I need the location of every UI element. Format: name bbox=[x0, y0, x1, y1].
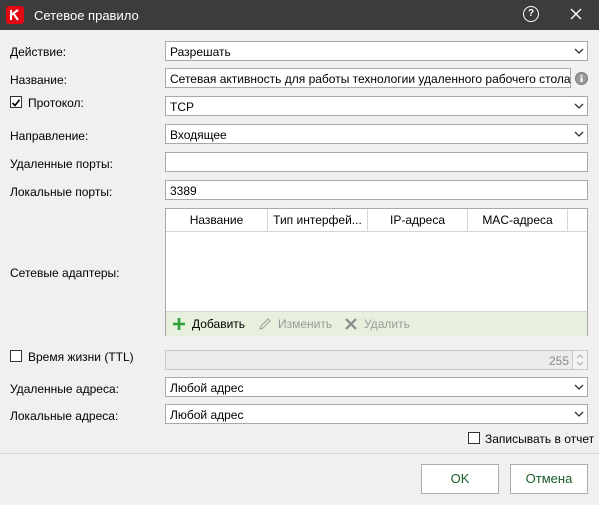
action-value: Разрешать bbox=[170, 45, 231, 59]
edit-button[interactable]: Изменить bbox=[258, 316, 338, 332]
add-button[interactable]: Добавить bbox=[172, 316, 252, 332]
stepper-arrows[interactable] bbox=[572, 351, 587, 369]
adapters-toolbar: Добавить Изменить Удалить bbox=[166, 311, 587, 336]
column-header-name[interactable]: Название bbox=[166, 209, 268, 231]
log-label: Записывать в отчет bbox=[485, 432, 595, 446]
cancel-button[interactable]: Отмена bbox=[510, 464, 588, 494]
delete-x-icon bbox=[345, 318, 357, 330]
local-ports-input[interactable]: 3389 bbox=[165, 180, 588, 200]
protocol-select[interactable]: TCP bbox=[165, 96, 588, 116]
protocol-value: TCP bbox=[170, 100, 194, 114]
protocol-label: Протокол: bbox=[28, 96, 84, 110]
column-header-interface-type[interactable]: Тип интерфей... bbox=[268, 209, 368, 231]
local-addresses-value: Любой адрес bbox=[170, 408, 244, 422]
chevron-down-icon bbox=[574, 103, 584, 109]
network-adapters-label: Сетевые адаптеры: bbox=[10, 266, 120, 280]
pencil-icon bbox=[259, 318, 271, 330]
title-bar: Сетевое правило ? bbox=[0, 0, 599, 30]
table-header: Название Тип интерфей... IP-адреса MAC-а… bbox=[166, 209, 587, 232]
direction-select[interactable]: Входящее bbox=[165, 124, 588, 144]
ok-button[interactable]: OK bbox=[421, 464, 499, 494]
chevron-down-icon bbox=[574, 411, 584, 417]
remote-addresses-select[interactable]: Любой адрес bbox=[165, 377, 588, 397]
remote-ports-input[interactable] bbox=[165, 152, 588, 172]
action-select[interactable]: Разрешать bbox=[165, 41, 588, 61]
network-adapters-table[interactable]: Название Тип интерфей... IP-адреса MAC-а… bbox=[165, 208, 588, 336]
local-ports-label: Локальные порты: bbox=[10, 185, 113, 199]
direction-label: Направление: bbox=[10, 129, 89, 143]
remote-addresses-label: Удаленные адреса: bbox=[10, 382, 119, 396]
delete-label: Удалить bbox=[364, 317, 410, 331]
local-addresses-select[interactable]: Любой адрес bbox=[165, 404, 588, 424]
ttl-value: 255 bbox=[548, 354, 569, 368]
ttl-label: Время жизни (TTL) bbox=[28, 350, 134, 364]
close-icon[interactable] bbox=[566, 4, 586, 24]
ttl-checkbox[interactable] bbox=[10, 350, 22, 362]
log-checkbox[interactable] bbox=[468, 432, 480, 444]
window-title: Сетевое правило bbox=[34, 8, 139, 23]
local-addresses-label: Локальные адреса: bbox=[10, 409, 119, 423]
name-label: Название: bbox=[10, 73, 67, 87]
remote-addresses-value: Любой адрес bbox=[170, 381, 244, 395]
column-header-mac[interactable]: MAC-адреса bbox=[468, 209, 568, 231]
column-header-ip[interactable]: IP-адреса bbox=[368, 209, 468, 231]
local-ports-value: 3389 bbox=[170, 184, 197, 198]
chevron-down-icon bbox=[574, 384, 584, 390]
name-field[interactable]: Сетевая активность для работы технологии… bbox=[165, 68, 571, 88]
help-icon[interactable]: ? bbox=[523, 6, 539, 22]
name-value: Сетевая активность для работы технологии… bbox=[170, 72, 571, 86]
action-label: Действие: bbox=[10, 45, 67, 59]
add-label: Добавить bbox=[192, 317, 246, 331]
delete-button[interactable]: Удалить bbox=[344, 316, 424, 332]
ttl-stepper[interactable]: 255 bbox=[165, 350, 588, 370]
chevron-down-icon bbox=[574, 48, 584, 54]
direction-value: Входящее bbox=[170, 128, 227, 142]
protocol-checkbox[interactable] bbox=[10, 96, 22, 108]
chevron-down-icon bbox=[574, 131, 584, 137]
info-icon[interactable] bbox=[575, 72, 588, 85]
remote-ports-label: Удаленные порты: bbox=[10, 157, 113, 171]
plus-icon bbox=[173, 318, 185, 330]
kaspersky-logo bbox=[6, 6, 24, 24]
edit-label: Изменить bbox=[278, 317, 333, 331]
